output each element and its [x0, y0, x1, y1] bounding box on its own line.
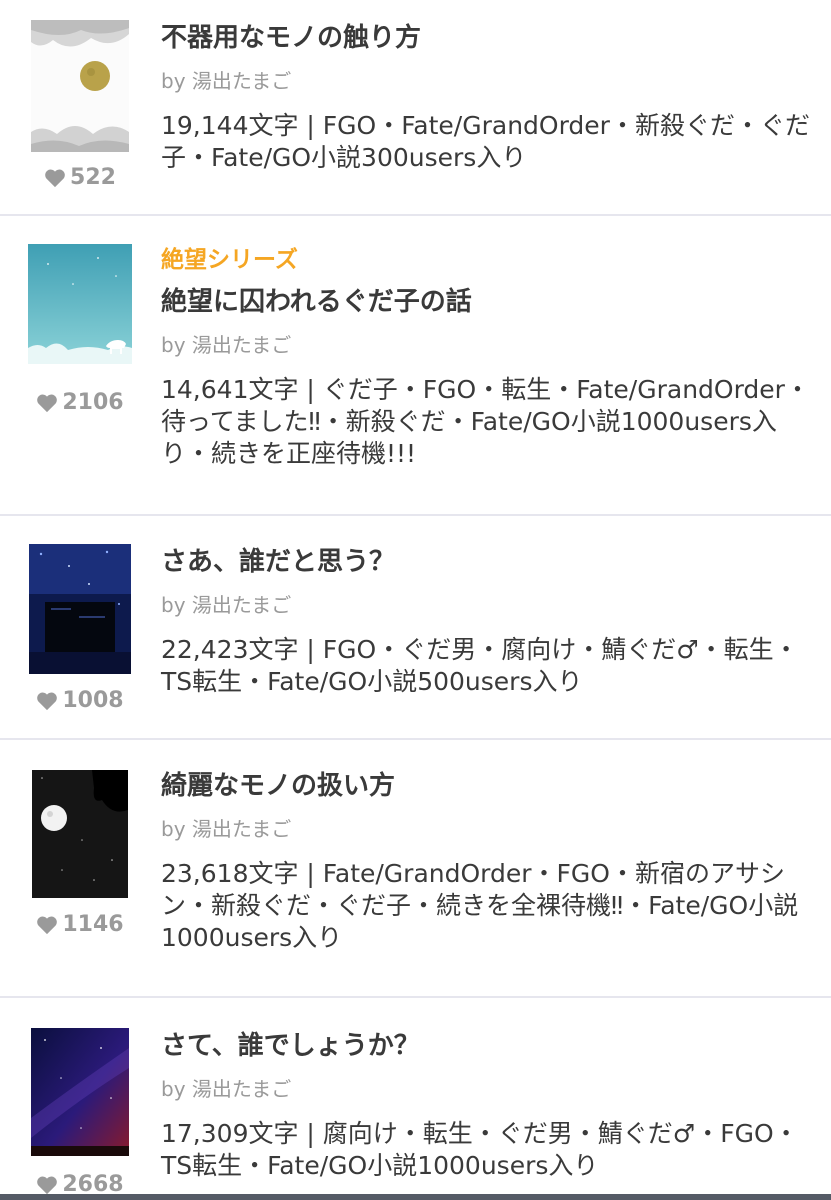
like-count-value: 1008: [62, 688, 124, 713]
novel-title[interactable]: さて、誰でしょうか？: [161, 1030, 811, 1062]
like-count: 2106: [20, 390, 140, 415]
like-count-value: 522: [70, 165, 116, 190]
heart-icon: [37, 916, 58, 934]
author-name[interactable]: by 湯出たまご: [161, 1076, 811, 1102]
heart-icon: [37, 394, 58, 412]
bottom-edge-bar: [0, 1194, 831, 1200]
novel-meta: 14,641文字 | ぐだ子・FGO・転生・Fate/GrandOrder・待っ…: [161, 375, 810, 468]
like-count: 1008: [20, 688, 140, 713]
cover-thumbnail[interactable]: [29, 544, 131, 674]
like-count: 522: [20, 165, 140, 190]
novel-meta: 17,309文字 | 腐向け・転生・ぐだ男・鯖ぐだ♂・FGO・TS転生・Fate…: [161, 1119, 799, 1180]
heart-icon: [37, 1176, 58, 1194]
item-content: 不器用なモノの触り方 by 湯出たまご 19,144文字 | FGO・Fate/…: [161, 22, 811, 174]
item-content: さて、誰でしょうか？ by 湯出たまご 17,309文字 | 腐向け・転生・ぐだ…: [161, 1030, 811, 1182]
like-count: 1146: [20, 912, 140, 937]
author-name[interactable]: by 湯出たまご: [161, 68, 811, 94]
author-name[interactable]: by 湯出たまご: [161, 592, 811, 618]
list-item[interactable]: 522 不器用なモノの触り方 by 湯出たまご 19,144文字 | FGO・F…: [0, 0, 831, 216]
item-content: 絶望シリーズ 絶望に囚われるぐだ子の話 by 湯出たまご 14,641文字 | …: [161, 246, 811, 470]
novel-meta: 22,423文字 | FGO・ぐだ男・腐向け・鯖ぐだ♂・転生・TS転生・Fate…: [161, 635, 799, 696]
cover-thumbnail[interactable]: [31, 20, 129, 152]
cover-thumbnail[interactable]: [31, 1028, 129, 1156]
list-item[interactable]: 2106 絶望シリーズ 絶望に囚われるぐだ子の話 by 湯出たまご 14,641…: [0, 216, 831, 516]
novel-title[interactable]: 綺麗なモノの扱い方: [161, 770, 811, 802]
author-name[interactable]: by 湯出たまご: [161, 332, 811, 358]
novel-title[interactable]: 不器用なモノの触り方: [161, 22, 811, 54]
like-count-value: 1146: [62, 912, 124, 937]
item-content: 綺麗なモノの扱い方 by 湯出たまご 23,618文字 | Fate/Grand…: [161, 770, 811, 954]
author-name[interactable]: by 湯出たまご: [161, 816, 811, 842]
item-content: さあ、誰だと思う？ by 湯出たまご 22,423文字 | FGO・ぐだ男・腐向…: [161, 546, 811, 698]
list-item[interactable]: 2668 さて、誰でしょうか？ by 湯出たまご 17,309文字 | 腐向け・…: [0, 998, 831, 1200]
list-item[interactable]: 1008 さあ、誰だと思う？ by 湯出たまご 22,423文字 | FGO・ぐ…: [0, 516, 831, 740]
heart-icon: [37, 692, 58, 710]
cover-thumbnail[interactable]: [28, 244, 132, 364]
like-count-value: 2106: [62, 390, 124, 415]
novel-title[interactable]: 絶望に囚われるぐだ子の話: [161, 286, 811, 318]
novel-meta: 19,144文字 | FGO・Fate/GrandOrder・新殺ぐだ・ぐだ子・…: [161, 111, 810, 172]
series-name[interactable]: 絶望シリーズ: [161, 246, 811, 274]
novel-title[interactable]: さあ、誰だと思う？: [161, 546, 811, 578]
list-item[interactable]: 1146 綺麗なモノの扱い方 by 湯出たまご 23,618文字 | Fate/…: [0, 740, 831, 998]
novel-meta: 23,618文字 | Fate/GrandOrder・FGO・新宿のアサシン・新…: [161, 859, 799, 952]
heart-icon: [45, 169, 65, 187]
cover-thumbnail[interactable]: [32, 770, 128, 898]
